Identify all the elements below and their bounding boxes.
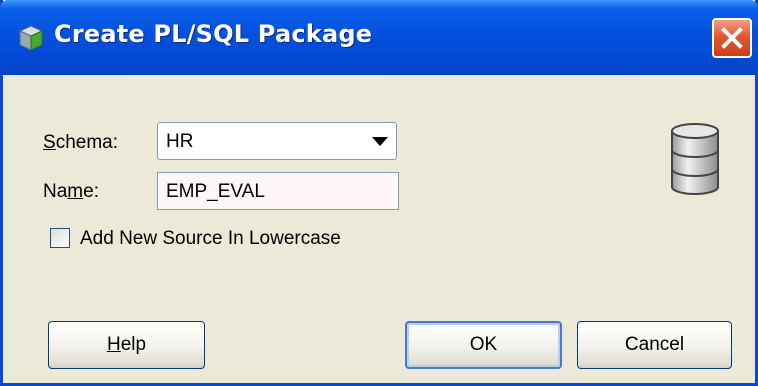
dialog-content: Schema: HR Name: EMP_EVAL Add New Source… xyxy=(3,75,755,383)
dialog-title: Create PL/SQL Package xyxy=(54,20,373,48)
cancel-button[interactable]: Cancel xyxy=(577,321,732,369)
ok-button[interactable]: OK xyxy=(405,321,562,369)
create-package-dialog: Create PL/SQL Package Schema: HR Name: E… xyxy=(0,0,758,386)
schema-value: HR xyxy=(166,131,194,152)
lowercase-checkbox[interactable] xyxy=(50,228,70,248)
close-icon xyxy=(721,27,743,49)
schema-label: Schema: xyxy=(43,132,118,153)
schema-select[interactable]: HR xyxy=(157,122,397,160)
close-button[interactable] xyxy=(712,18,752,58)
database-icon xyxy=(671,123,719,195)
name-label: Name: xyxy=(43,181,99,202)
chevron-down-icon xyxy=(372,137,388,146)
help-button[interactable]: Help xyxy=(48,321,205,369)
package-icon xyxy=(18,25,44,51)
lowercase-label[interactable]: Add New Source In Lowercase xyxy=(80,228,341,250)
name-field[interactable]: EMP_EVAL xyxy=(157,172,399,210)
title-bar[interactable]: Create PL/SQL Package xyxy=(0,0,758,75)
name-value: EMP_EVAL xyxy=(166,181,265,202)
